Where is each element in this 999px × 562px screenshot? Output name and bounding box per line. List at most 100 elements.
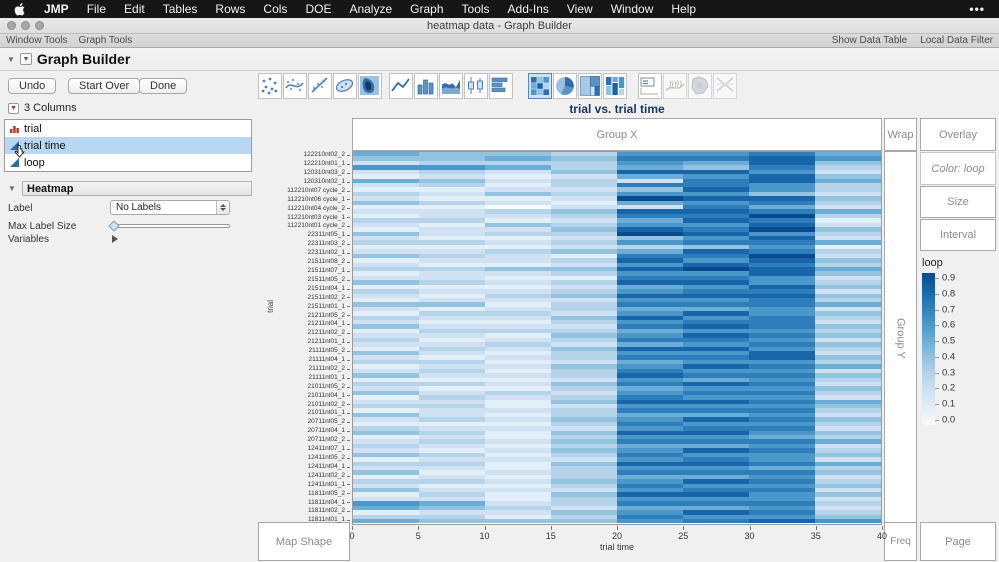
menu-jmp[interactable]: JMP [35, 2, 78, 16]
apple-menu-icon[interactable] [14, 2, 25, 16]
collapse-disclosure-icon[interactable]: ▼ [7, 55, 15, 64]
window-title-bar: heatmap data - Graph Builder [0, 18, 999, 34]
legend-tick-label: 0.3 [942, 366, 956, 378]
menu-graph[interactable]: Graph [401, 2, 452, 16]
x-tick-label: 30 [744, 531, 755, 541]
contour-element-icon[interactable] [358, 73, 382, 99]
box-plot-element-icon[interactable] [464, 73, 488, 99]
max-label-size-label: Max Label Size [8, 221, 77, 232]
local-data-filter-link[interactable]: Local Data Filter [920, 35, 993, 46]
legend-tick-mark [935, 420, 939, 421]
x-tick-label: 15 [545, 531, 556, 541]
show-data-table-link[interactable]: Show Data Table [832, 35, 907, 46]
menu-rows[interactable]: Rows [206, 2, 254, 16]
page-label: Page [945, 535, 971, 548]
column-item-loop[interactable]: loop [5, 154, 251, 171]
menu-tools[interactable]: Tools [453, 2, 499, 16]
area-element-icon[interactable] [439, 73, 463, 99]
menu-view[interactable]: View [558, 2, 602, 16]
mosaic-element-icon[interactable] [603, 73, 627, 99]
pie-element-icon[interactable] [553, 73, 577, 99]
menu-add-ins[interactable]: Add-Ins [499, 2, 558, 16]
window-tools-menu[interactable]: Window Tools [6, 35, 68, 46]
legend-tick-mark [935, 309, 939, 311]
color-dropzone[interactable]: Color: loop [920, 152, 996, 185]
heatmap-plot[interactable] [352, 151, 882, 525]
x-tick-mark [550, 526, 552, 530]
y-tick-label: 20711nt05_2 [240, 418, 350, 427]
group-x-dropzone[interactable]: Group X [352, 118, 882, 151]
column-label: trial time [24, 139, 66, 152]
page-dropzone[interactable]: Page [920, 522, 996, 561]
menu-edit[interactable]: Edit [115, 2, 154, 16]
slider-track [114, 224, 230, 228]
menu-cols[interactable]: Cols [254, 2, 296, 16]
menu-file[interactable]: File [78, 2, 115, 16]
menu-overflow-icon[interactable]: ••• [969, 2, 985, 16]
treemap-element-icon[interactable] [578, 73, 602, 99]
label-dropdown[interactable]: No Labels [110, 200, 230, 215]
column-list: trial trial time loop [4, 119, 252, 172]
legend-tick-label: 0.6 [942, 319, 956, 331]
group-y-dropzone[interactable]: Group Y [884, 151, 917, 525]
done-button[interactable]: Done [139, 78, 188, 94]
legend-tick-label: 0.7 [942, 303, 956, 315]
start-over-button[interactable]: Start Over [68, 78, 141, 94]
red-triangle-menu-icon[interactable]: ▼ [19, 53, 32, 65]
freq-dropzone[interactable]: Freq [884, 522, 917, 561]
map-shape-label: Map Shape [275, 535, 333, 548]
tool-strip: Window Tools Graph Tools Show Data Table… [0, 34, 999, 48]
menu-bar: JMP File Edit Tables Rows Cols DOE Analyze Graph… [0, 0, 999, 18]
overlay-dropzone[interactable]: Overlay [920, 118, 996, 151]
legend-tick-mark [935, 372, 939, 374]
x-tick-label: 20 [611, 531, 623, 541]
variables-disclosure-icon[interactable] [112, 235, 118, 243]
legend-title: loop [922, 257, 943, 269]
wrap-dropzone[interactable]: Wrap [884, 118, 917, 151]
menu-help[interactable]: Help [662, 2, 705, 16]
nominal-column-icon [10, 126, 19, 133]
line-element-icon[interactable] [389, 73, 413, 99]
menu-doe[interactable]: DOE [296, 2, 340, 16]
undo-button[interactable]: Undo [8, 78, 57, 94]
y-tick-label: 112210nt01 cycle_2 [240, 222, 350, 231]
y-tick-label: 112210nt07 cycle_2 [240, 187, 350, 196]
column-item-trial[interactable]: trial [5, 120, 251, 137]
chart-title: trial vs. trial time [569, 102, 665, 116]
smoother-element-icon[interactable] [283, 73, 307, 99]
legend-tick-label: 0.1 [942, 398, 956, 410]
column-item-trial-time[interactable]: trial time [5, 137, 251, 158]
heatmap-element-icon[interactable] [528, 73, 552, 99]
legend-tick-label: 0.2 [942, 382, 956, 394]
bar-element-icon[interactable] [414, 73, 438, 99]
menu-tables[interactable]: Tables [154, 2, 207, 16]
max-label-size-slider[interactable] [108, 220, 230, 232]
heatmap-panel-disclosure-icon[interactable]: ▼ [8, 184, 16, 193]
histogram-element-icon[interactable] [489, 73, 513, 99]
graph-builder-header: ▼ ▼ Graph Builder [0, 48, 999, 71]
y-tick-label: 21511nt08_2 [240, 258, 350, 267]
ellipse-element-icon[interactable] [333, 73, 357, 99]
legend-tick-mark [935, 293, 939, 295]
menu-window[interactable]: Window [602, 2, 663, 16]
y-tick-label: 12411nt02_2 [240, 472, 350, 481]
x-tick-mark [352, 526, 353, 530]
menu-analyze[interactable]: Analyze [340, 2, 401, 16]
size-dropzone[interactable]: Size [920, 186, 996, 218]
slider-thumb[interactable] [108, 220, 120, 232]
y-tick-label: 112210nt06 cycle_1 [240, 196, 350, 205]
caption-box-element-icon[interactable] [638, 73, 662, 99]
points-element-icon[interactable] [258, 73, 282, 99]
map-shape-dropzone[interactable]: Map Shape [258, 522, 350, 561]
columns-red-triangle-icon[interactable]: ▼ [8, 102, 19, 114]
color-label: Color: loop [931, 162, 985, 175]
interval-dropzone[interactable]: Interval [920, 219, 996, 251]
graph-tools-menu[interactable]: Graph Tools [79, 35, 133, 46]
y-tick-label: 21011nt04_1 [240, 391, 350, 400]
heatmap-panel-header[interactable]: Heatmap [22, 181, 252, 196]
y-tick-label: 112210nt04 cycle_2 [240, 204, 350, 213]
legend-gradient-bar [922, 273, 935, 425]
jmp-graph-builder-window: JMP File Edit Tables Rows Cols DOE Analyze Graph… [0, 0, 999, 562]
line-of-fit-element-icon[interactable] [308, 73, 332, 99]
x-tick-label: 25 [678, 531, 689, 541]
